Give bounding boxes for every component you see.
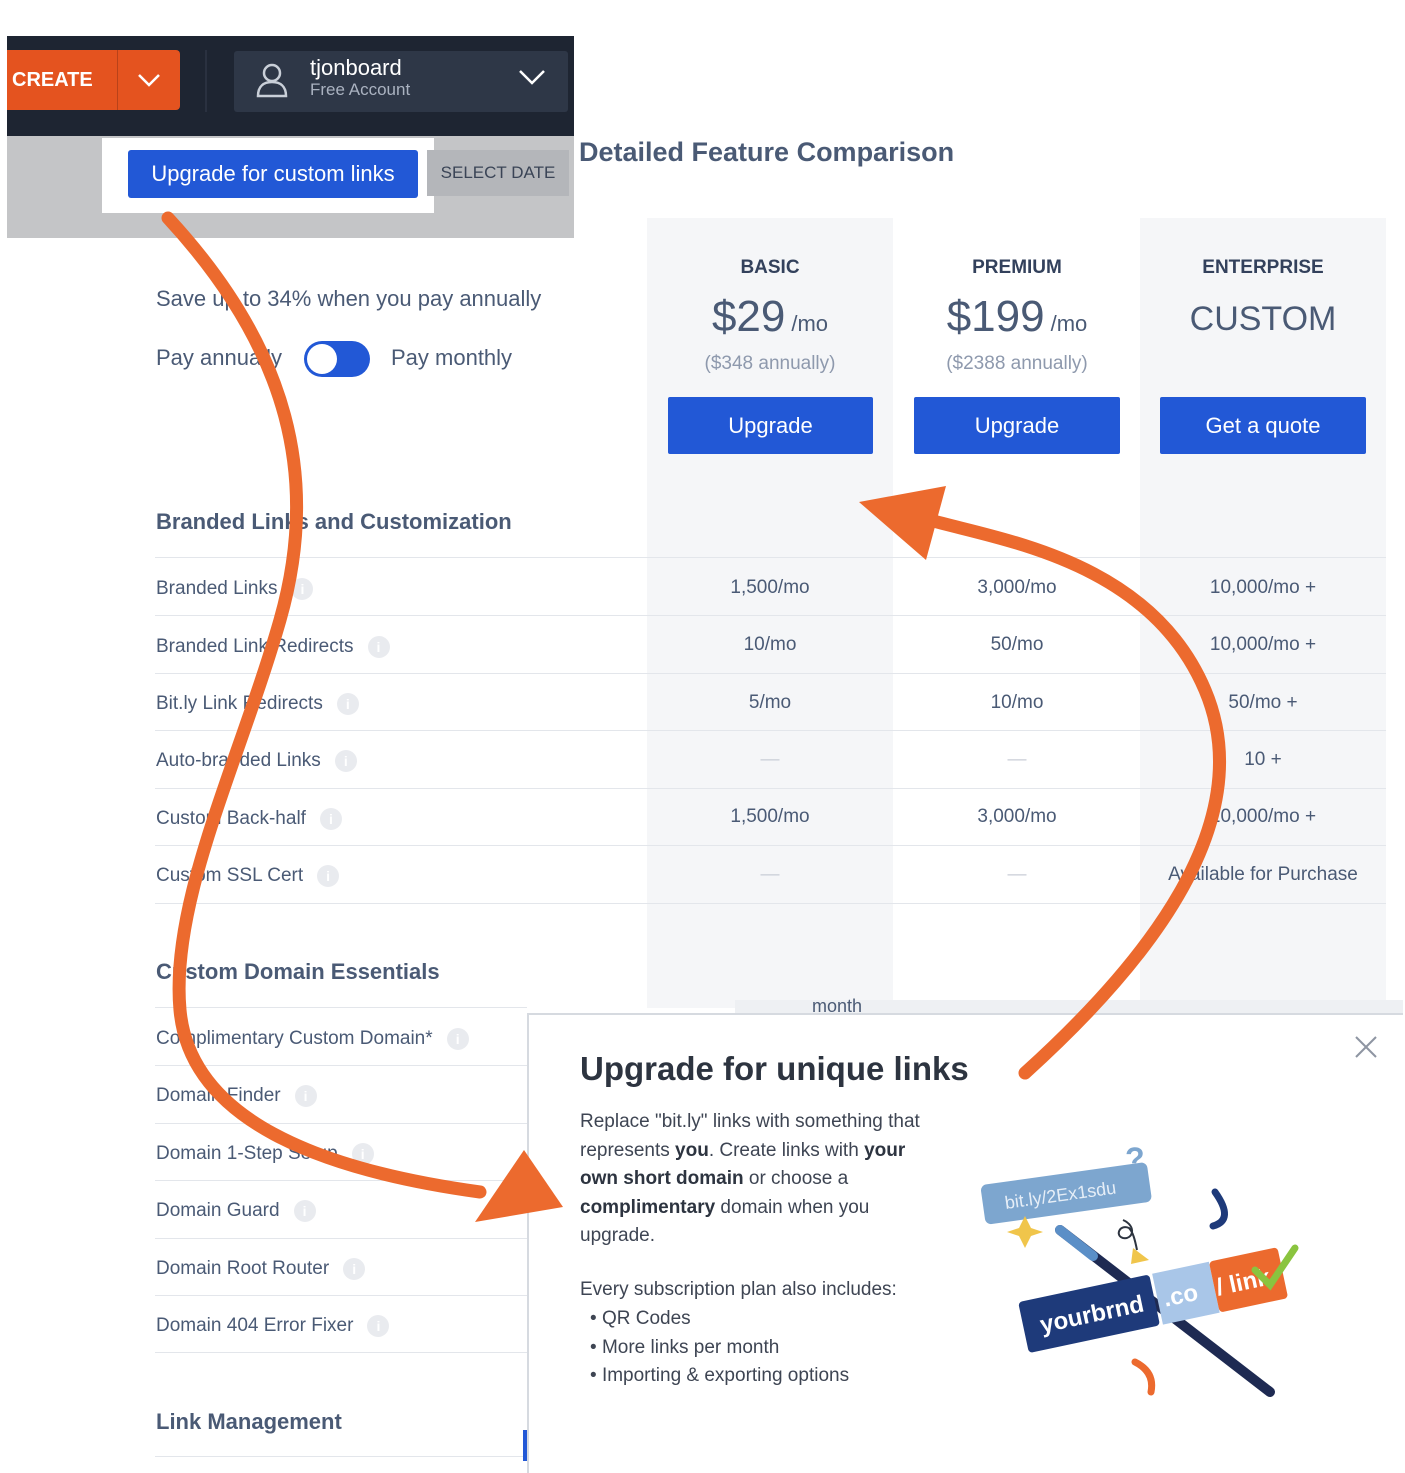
arrow-line <box>161 211 487 1199</box>
arrow-head-icon <box>475 1150 563 1222</box>
arrow-line <box>923 513 1227 1080</box>
annotation-arrows <box>161 211 1227 1222</box>
arrow-head-icon <box>859 486 946 560</box>
